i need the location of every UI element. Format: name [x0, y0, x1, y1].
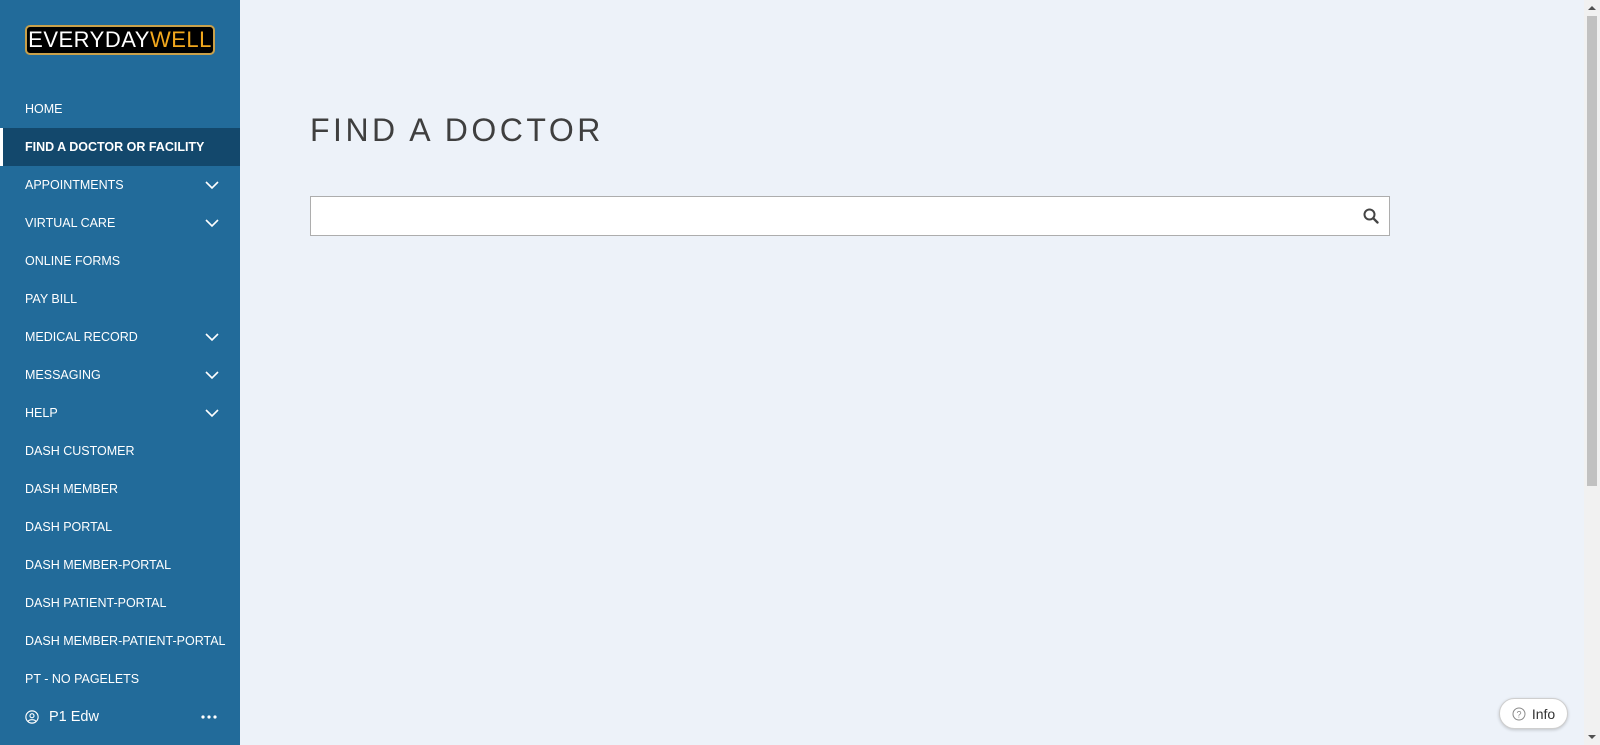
sidebar-item-messaging[interactable]: MESSAGING [0, 356, 240, 394]
search-icon[interactable] [1363, 208, 1379, 224]
sidebar-item-dash-member-portal[interactable]: DASH MEMBER-PORTAL [0, 546, 240, 584]
sidebar-item-dash-member[interactable]: DASH MEMBER [0, 470, 240, 508]
question-circle-icon: ? [1512, 707, 1526, 720]
logo-text-part1: EVERYDAY [28, 27, 150, 52]
sidebar-item-label: DASH MEMBER-PORTAL [25, 558, 172, 572]
info-button-label: Info [1531, 705, 1556, 722]
sidebar-item-virtual-care[interactable]: VIRTUAL CARE [0, 204, 240, 242]
sidebar-item-dash-member-patient-portal[interactable]: DASH MEMBER-PATIENT-PORTAL [0, 622, 240, 660]
sidebar: EVERYDAY WELL HOME FIND A DOCTOR OR FACILI… [0, 0, 240, 745]
sidebar-nav: HOME FIND A DOCTOR OR FACILITY APPOINTMENT… [0, 90, 240, 698]
sidebar-item-find-a-doctor-or-facility[interactable]: FIND A DOCTOR OR FACILITY [0, 128, 240, 166]
user-circle-icon [25, 710, 39, 724]
chevron-down-icon[interactable] [204, 330, 220, 344]
sidebar-item-medical-record[interactable]: MEDICAL RECORD [0, 318, 240, 356]
svg-text:?: ? [1516, 709, 1521, 719]
sidebar-item-label: MEDICAL RECORD [25, 330, 138, 344]
sidebar-item-label: DASH PORTAL [25, 520, 113, 534]
sidebar-item-dash-portal[interactable]: DASH PORTAL [0, 508, 240, 546]
sidebar-item-label: ONLINE FORMS [25, 254, 121, 268]
sidebar-item-label: HELP [25, 406, 58, 420]
sidebar-item-label: DASH PATIENT-PORTAL [25, 596, 167, 610]
doctor-search-input[interactable] [311, 197, 1389, 235]
sidebar-item-label: PT - NO PAGELETS [25, 672, 140, 686]
sidebar-item-appointments[interactable]: APPOINTMENTS [0, 166, 240, 204]
scrollbar-thumb[interactable] [1587, 16, 1597, 486]
sidebar-item-dash-patient-portal[interactable]: DASH PATIENT-PORTAL [0, 584, 240, 622]
page-title: FIND A DOCTOR [310, 112, 604, 148]
sidebar-item-online-forms[interactable]: ONLINE FORMS [0, 242, 240, 280]
chevron-down-icon[interactable] [204, 178, 220, 192]
logo-text-part2: WELL [149, 27, 212, 52]
more-horizontal-icon[interactable] [200, 709, 218, 725]
sidebar-item-pay-bill[interactable]: PAY BILL [0, 280, 240, 318]
everydaywell-logo[interactable]: EVERYDAY WELL [25, 25, 215, 55]
main-content: FIND A DOCTOR [240, 0, 1584, 745]
scroll-up-arrow-icon[interactable] [1584, 0, 1600, 16]
sidebar-item-label: FIND A DOCTOR OR FACILITY [25, 140, 205, 154]
chevron-down-icon[interactable] [204, 406, 220, 420]
sidebar-item-label: MESSAGING [25, 368, 101, 382]
sidebar-item-label: VIRTUAL CARE [25, 216, 116, 230]
sidebar-item-dash-customer[interactable]: DASH CUSTOMER [0, 432, 240, 470]
info-button[interactable]: ? Info [1499, 698, 1568, 729]
sidebar-item-label: DASH MEMBER [25, 482, 119, 496]
sidebar-item-label: DASH MEMBER-PATIENT-PORTAL [25, 634, 226, 648]
sidebar-item-pt-no-pagelets[interactable]: PT - NO PAGELETS [0, 660, 240, 698]
sidebar-item-help[interactable]: HELP [0, 394, 240, 432]
sidebar-item-label: HOME [25, 102, 63, 116]
page-scrollbar[interactable] [1584, 0, 1600, 745]
sidebar-item-label: APPOINTMENTS [25, 178, 124, 192]
scroll-down-arrow-icon[interactable] [1584, 729, 1600, 745]
user-name: P1 Edw [49, 709, 99, 725]
sidebar-item-label: DASH CUSTOMER [25, 444, 135, 458]
chevron-down-icon[interactable] [204, 368, 220, 382]
doctor-search-box [310, 196, 1390, 236]
user-menu[interactable]: P1 Edw [0, 700, 240, 734]
sidebar-item-home[interactable]: HOME [0, 90, 240, 128]
chevron-down-icon[interactable] [204, 216, 220, 230]
sidebar-item-label: PAY BILL [25, 292, 78, 306]
